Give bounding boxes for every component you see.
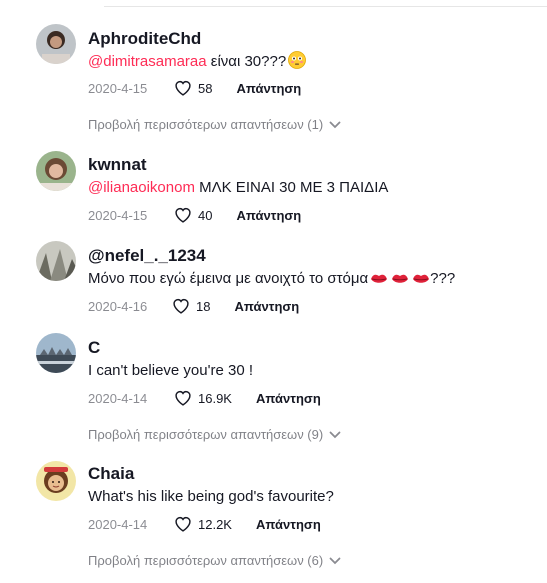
comment-text: @ilianaoikonom ΜΛΚ ΕΙΝΑΙ 30 ΜΕ 3 ΠΑΙΔΙΑ <box>88 178 388 198</box>
lips-emoji-icon <box>412 272 430 292</box>
view-more-replies[interactable]: Προβολή περισσότερων απαντήσεων (1) <box>88 117 341 132</box>
like-count: 16.9K <box>198 390 232 406</box>
reply-button[interactable]: Απάντηση <box>236 208 301 223</box>
reply-button[interactable]: Απάντηση <box>234 299 299 314</box>
comment-body: I can't believe you're 30 ! <box>88 362 253 379</box>
heart-outline-icon <box>173 298 189 314</box>
mention-link[interactable]: @ilianaoikonom <box>88 179 195 196</box>
reply-button[interactable]: Απάντηση <box>256 391 321 406</box>
avatar[interactable] <box>36 461 76 501</box>
avatar[interactable] <box>36 333 76 373</box>
like-button[interactable]: 58 <box>174 80 212 96</box>
avatar[interactable] <box>36 151 76 191</box>
flushed-face-emoji-icon <box>288 51 307 75</box>
comment-date: 2020-4-14 <box>88 390 148 406</box>
like-count: 12.2K <box>198 516 232 532</box>
lips-emoji-icon <box>370 272 388 292</box>
comment-date: 2020-4-15 <box>88 80 148 96</box>
comment-date: 2020-4-16 <box>88 298 148 314</box>
heart-outline-icon <box>175 80 191 96</box>
comment-date: 2020-4-14 <box>88 516 148 532</box>
divider <box>104 6 547 7</box>
like-count: 18 <box>196 298 211 314</box>
username[interactable]: AphroditeChd <box>88 29 201 49</box>
username[interactable]: @nefel_._1234 <box>88 246 206 266</box>
comment-text: @dimitrasamaraa είναι 30??? <box>88 51 307 75</box>
comment-body: What's his like being god's favourite? <box>88 488 334 505</box>
like-button[interactable]: 18 <box>172 298 210 314</box>
username[interactable]: Chaia <box>88 464 134 484</box>
comment-meta: 2020-4-15 40 Απάντηση <box>88 205 301 225</box>
heart-outline-icon <box>175 516 191 532</box>
view-more-replies-label: Προβολή περισσότερων απαντήσεων (9) <box>88 427 324 442</box>
comment-body: Μόνο που εγώ έμεινα με ανοιχτό το στόμα <box>88 270 369 287</box>
comment-date: 2020-4-15 <box>88 207 148 223</box>
comment-text: Μόνο που εγώ έμεινα με ανοιχτό το στόμα?… <box>88 269 455 292</box>
view-more-replies[interactable]: Προβολή περισσότερων απαντήσεων (6) <box>88 553 341 568</box>
view-more-replies[interactable]: Προβολή περισσότερων απαντήσεων (9) <box>88 427 341 442</box>
comment-meta: 2020-4-14 12.2K Απάντηση <box>88 514 321 534</box>
comment-text: What's his like being god's favourite? <box>88 487 334 507</box>
view-more-replies-label: Προβολή περισσότερων απαντήσεων (1) <box>88 117 324 132</box>
chevron-down-icon <box>329 553 341 568</box>
reply-button[interactable]: Απάντηση <box>256 517 321 532</box>
like-button[interactable]: 12.2K <box>174 516 232 532</box>
heart-outline-icon <box>175 390 191 406</box>
comment-text: I can't believe you're 30 ! <box>88 361 253 381</box>
comment-body: ΜΛΚ ΕΙΝΑΙ 30 ΜΕ 3 ΠΑΙΔΙΑ <box>194 179 389 196</box>
like-button[interactable]: 40 <box>174 207 212 223</box>
comment-meta: 2020-4-14 16.9K Απάντηση <box>88 388 321 408</box>
avatar[interactable] <box>36 241 76 281</box>
lips-emoji-icon <box>391 272 409 292</box>
comment-body: είναι 30??? <box>206 53 287 70</box>
reply-button[interactable]: Απάντηση <box>236 81 301 96</box>
heart-outline-icon <box>175 207 191 223</box>
like-button[interactable]: 16.9K <box>174 390 232 406</box>
comment-suffix: ??? <box>430 270 456 287</box>
like-count: 58 <box>198 80 213 96</box>
username[interactable]: kwnnat <box>88 155 147 175</box>
avatar[interactable] <box>36 24 76 64</box>
comment-meta: 2020-4-16 18 Απάντηση <box>88 296 299 316</box>
chevron-down-icon <box>329 427 341 442</box>
mention-link[interactable]: @dimitrasamaraa <box>88 53 207 70</box>
chevron-down-icon <box>329 117 341 132</box>
like-count: 40 <box>198 207 213 223</box>
username[interactable]: C <box>88 338 100 358</box>
view-more-replies-label: Προβολή περισσότερων απαντήσεων (6) <box>88 553 324 568</box>
comment-meta: 2020-4-15 58 Απάντηση <box>88 78 301 98</box>
